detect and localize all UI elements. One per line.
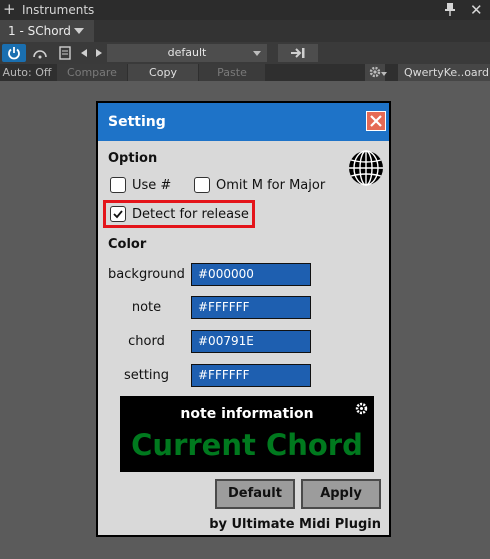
plugin-subtoolbar: Auto: Off Compare Copy Paste QwertyKe..o… (0, 64, 490, 81)
detect-release-label: Detect for release (132, 207, 249, 222)
plus-icon[interactable]: + (3, 1, 16, 18)
dialog-close-button[interactable] (366, 111, 386, 131)
color-label-background: background (108, 267, 185, 282)
color-field-background[interactable]: #000000 (191, 263, 311, 286)
dialog-title: Setting (108, 114, 166, 130)
tab-instrument[interactable]: 1 - SChord (0, 20, 94, 42)
pin-icon[interactable] (445, 3, 455, 16)
footer-credit: by Ultimate Midi Plugin (209, 517, 381, 532)
store-button[interactable] (278, 44, 318, 62)
color-label-chord: chord (128, 334, 165, 349)
color-label-note: note (131, 300, 162, 315)
settings-button[interactable] (365, 64, 387, 81)
gear-icon (369, 66, 381, 78)
checkbox-box[interactable] (110, 177, 126, 193)
omit-m-label: Omit M for Major (216, 178, 326, 193)
dialog-header: Setting (98, 103, 389, 141)
checkbox-box[interactable] (194, 177, 210, 193)
gear-icon[interactable] (355, 402, 368, 415)
automation-button[interactable]: Auto: Off (0, 64, 54, 81)
tab-bar: 1 - SChord (0, 20, 490, 42)
next-icon (96, 49, 102, 57)
copy-button[interactable]: Copy (128, 64, 198, 81)
store-icon (291, 48, 305, 58)
close-icon[interactable]: ✕ (470, 1, 483, 19)
preview-note-text: note information (180, 406, 314, 422)
window-title: Instruments (22, 3, 95, 17)
power-icon (8, 47, 20, 60)
apply-button[interactable]: Apply (301, 479, 381, 509)
power-button[interactable] (2, 44, 26, 62)
color-field-chord[interactable]: #00791E (191, 330, 311, 353)
preset-select[interactable]: default (107, 44, 267, 62)
close-icon (370, 115, 382, 127)
prev-icon (81, 49, 87, 57)
plugin-toolbar: default (0, 42, 490, 64)
color-field-note[interactable]: #FFFFFF (191, 296, 311, 319)
tab-label: 1 - SChord (8, 24, 71, 38)
prev-preset-button[interactable] (78, 44, 90, 62)
default-button[interactable]: Default (215, 479, 295, 509)
next-preset-button[interactable] (93, 44, 105, 62)
chevron-down-icon[interactable] (74, 28, 84, 34)
color-heading: Color (108, 237, 147, 252)
color-label-setting: setting (123, 368, 170, 383)
chord-preview: note information Current Chord (120, 396, 374, 472)
preset-name: default (167, 46, 207, 59)
host-titlebar: + Instruments ✕ (0, 0, 490, 20)
compare-button[interactable]: Compare (57, 64, 127, 81)
globe-icon[interactable] (348, 150, 384, 186)
checkbox-box[interactable] (110, 206, 126, 222)
document-icon[interactable] (58, 44, 72, 62)
bypass-button[interactable] (30, 44, 50, 62)
bypass-icon (33, 50, 47, 59)
settings-dialog: Setting Option Use # Omit M for Major De… (96, 101, 391, 537)
color-field-setting[interactable]: #FFFFFF (191, 364, 311, 387)
preview-chord-text: Current Chord (131, 428, 363, 462)
option-heading: Option (108, 151, 158, 166)
checkmark-icon (113, 210, 123, 219)
device-select[interactable]: QwertyKe..oard (398, 64, 490, 81)
chevron-down-icon (381, 72, 387, 76)
chevron-down-icon (253, 51, 261, 56)
paste-button[interactable]: Paste (199, 64, 265, 81)
use-sharp-label: Use # (132, 178, 172, 193)
